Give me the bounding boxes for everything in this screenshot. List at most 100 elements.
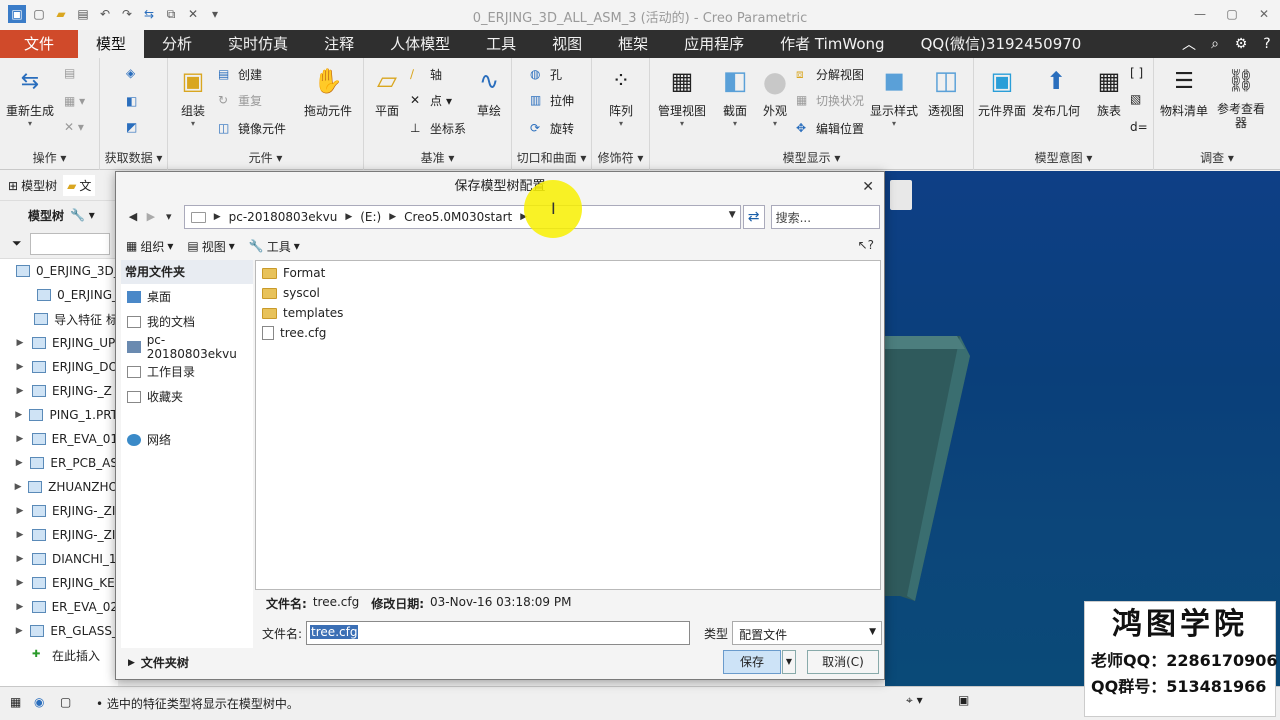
parameters-icon[interactable]: d= xyxy=(1130,120,1148,134)
mirror-component-button[interactable]: ◫ 镜像元件 xyxy=(218,120,286,137)
dialog-close-icon[interactable]: ✕ xyxy=(862,172,874,202)
tab-annotate[interactable]: 注释 xyxy=(306,30,372,58)
tree-item[interactable]: ▶ ERJING_UP xyxy=(0,331,118,355)
toggle-status-button[interactable]: ▦ 切换状况 xyxy=(796,92,864,109)
minimize-icon[interactable]: — xyxy=(1184,0,1216,28)
tree-item[interactable]: ✚ 在此插入 xyxy=(0,643,118,667)
close-icon[interactable]: ✕ xyxy=(1248,0,1280,28)
tab-model[interactable]: 模型 xyxy=(78,30,145,58)
revolve-button[interactable]: ⟳ 旋转 xyxy=(530,120,574,137)
views-menu[interactable]: ▤ 视图 ▾ xyxy=(187,238,234,255)
expand-arrow-icon[interactable]: ▶ xyxy=(12,482,24,492)
breadcrumb-folder[interactable]: Creo5.0M030start xyxy=(404,210,512,224)
tree-item[interactable]: ▶ ERJING_KE xyxy=(0,571,118,595)
address-bar[interactable]: ▶ pc-20180803ekvu ▶ (E:) ▶ Creo5.0M030st… xyxy=(183,205,741,229)
viewport-toolbar[interactable] xyxy=(890,180,912,210)
nav-network[interactable]: 网络 xyxy=(121,427,253,452)
tree-search-input[interactable] xyxy=(29,232,110,255)
expand-arrow-icon[interactable]: ▶ xyxy=(12,554,28,564)
save-options-dropdown-icon[interactable]: ▼ xyxy=(782,650,796,674)
tab-analysis[interactable]: 分析 xyxy=(144,30,210,58)
file-row-syscol[interactable]: syscol xyxy=(256,283,880,303)
repeat-button[interactable]: ↻ 重复 xyxy=(218,92,262,109)
appearance-button[interactable]: ● 外观 ▾ xyxy=(758,64,792,129)
collapse-ribbon-icon[interactable]: ︿ xyxy=(1180,34,1198,54)
tree-item[interactable]: ▶ PING_1.PRT xyxy=(0,403,118,427)
forward-icon[interactable]: ▶ xyxy=(142,208,160,226)
file-row-tree-cfg[interactable]: tree.cfg xyxy=(256,323,880,343)
create-button[interactable]: ▤ 创建 xyxy=(218,66,262,83)
tab-model-tree[interactable]: ⊞ 模型树 xyxy=(8,177,57,194)
tree-item[interactable]: ▶ ERJING-_ZI xyxy=(0,523,118,547)
expand-arrow-icon[interactable]: ▶ xyxy=(12,362,28,372)
tree-item[interactable]: ▶ DIANCHI_1 xyxy=(0,547,118,571)
assemble-button[interactable]: ▣ 组装 ▾ xyxy=(176,64,210,128)
tab-file[interactable]: 文件 xyxy=(0,30,79,58)
file-type-select[interactable]: 配置文件 ▼ xyxy=(732,621,883,645)
point-button[interactable]: ✕ 点 ▾ xyxy=(410,92,452,109)
display-style-button[interactable]: ◼ 显示样式 ▾ xyxy=(870,64,918,128)
recent-dropdown-icon[interactable]: ▾ xyxy=(160,208,178,226)
merge-icon[interactable]: ◩ xyxy=(126,120,137,134)
tree-item[interactable]: ▶ ER_EVA_01 xyxy=(0,427,118,451)
tree-item[interactable]: ▶ ER_GLASS_ xyxy=(0,619,118,643)
edit-position-button[interactable]: ✥ 编辑位置 xyxy=(796,120,864,137)
nav-working-directory[interactable]: 工作目录 xyxy=(121,359,253,384)
manage-views-button[interactable]: ▦ 管理视图 ▾ xyxy=(658,64,706,128)
tree-item[interactable]: ▶ ERJING-_Z xyxy=(0,379,118,403)
tab-qq[interactable]: QQ(微信)3192450970 xyxy=(903,30,1100,58)
explode-view-button[interactable]: ⧈ 分解视图 xyxy=(796,66,864,83)
breadcrumb-computer[interactable]: pc-20180803ekvu xyxy=(229,210,338,224)
tab-view[interactable]: 视图 xyxy=(534,30,600,58)
find-icon[interactable]: ⌖ ▾ xyxy=(906,693,923,708)
switch-dims-icon[interactable]: ▧ xyxy=(1130,92,1141,106)
tools-menu[interactable]: 🔧 工具 ▾ xyxy=(249,238,300,255)
tab-applications[interactable]: 应用程序 xyxy=(666,30,762,58)
tab-framework[interactable]: 框架 xyxy=(600,30,666,58)
copy-icon[interactable]: ▤ xyxy=(64,66,75,80)
tree-item[interactable]: 0_ERJING_ xyxy=(0,283,118,307)
tree-item[interactable]: ▶ ER_PCB_AS xyxy=(0,451,118,475)
expand-arrow-icon[interactable]: ▶ xyxy=(12,602,28,612)
tree-item[interactable]: ▶ ZHUANZHO xyxy=(0,475,118,499)
context-help-icon[interactable]: ↖? xyxy=(858,238,874,252)
back-icon[interactable]: ◀ xyxy=(124,208,142,226)
section-button[interactable]: ◧ 截面 ▾ xyxy=(718,64,752,128)
tab-manikin[interactable]: 人体模型 xyxy=(372,30,468,58)
selection-filter-icon[interactable]: ▣ xyxy=(958,693,969,707)
nav-favorites[interactable]: 收藏夹 xyxy=(121,384,253,409)
extrude-button[interactable]: ▥ 拉伸 xyxy=(530,92,574,109)
tree-settings-icon[interactable]: 🔧 ▾ xyxy=(70,208,95,222)
save-button[interactable]: 保存 xyxy=(723,650,781,674)
drag-components-button[interactable]: ✋ 拖动元件 xyxy=(304,64,352,119)
paste-icon[interactable]: ▦ ▾ xyxy=(64,94,85,108)
expand-arrow-icon[interactable]: ▶ xyxy=(12,530,28,540)
copy-geometry-icon[interactable]: ◧ xyxy=(126,94,137,108)
organize-menu[interactable]: ▦ 组织 ▾ xyxy=(126,238,173,255)
status-grid-icon[interactable]: ▦ xyxy=(10,695,21,709)
maximize-icon[interactable]: ▢ xyxy=(1216,0,1248,28)
expand-arrow-icon[interactable]: ▶ xyxy=(12,506,28,516)
tree-item[interactable]: ▶ ER_EVA_02 xyxy=(0,595,118,619)
filename-input[interactable]: tree.cfg xyxy=(306,621,691,645)
tree-item[interactable]: 导入特征 标 xyxy=(0,307,118,331)
address-dropdown-icon[interactable]: ▼ xyxy=(729,210,736,220)
user-defined-feature-icon[interactable]: ◈ xyxy=(126,66,135,80)
expand-arrow-icon[interactable]: ▶ xyxy=(12,410,25,420)
sketch-button[interactable]: ∿ 草绘 xyxy=(472,64,506,119)
axis-button[interactable]: ∕ 轴 xyxy=(410,66,442,83)
regenerate-button[interactable]: ⇆ 重新生成 ▾ xyxy=(6,64,54,129)
reference-viewer-button[interactable]: ⛓ 参考查看器 xyxy=(1216,64,1266,131)
tab-simulation[interactable]: 实时仿真 xyxy=(210,30,306,58)
relations-icon[interactable]: [ ] xyxy=(1130,66,1143,80)
expand-arrow-icon[interactable]: ▶ xyxy=(12,338,28,348)
status-fullscreen-icon[interactable]: ▢ xyxy=(60,695,71,709)
nav-documents[interactable]: 我的文档 xyxy=(121,309,253,334)
publish-geometry-button[interactable]: ⬆ 发布几何 xyxy=(1032,64,1080,119)
expand-arrow-icon[interactable]: ▶ xyxy=(12,578,28,588)
tab-author[interactable]: 作者 TimWong xyxy=(762,30,902,58)
tree-item[interactable]: ▶ ERJING_DO xyxy=(0,355,118,379)
perspective-button[interactable]: ◫ 透视图 xyxy=(928,64,964,119)
nav-computer[interactable]: pc-20180803ekvu xyxy=(121,333,253,361)
tree-item[interactable]: 0_ERJING_3D_ xyxy=(0,259,118,283)
